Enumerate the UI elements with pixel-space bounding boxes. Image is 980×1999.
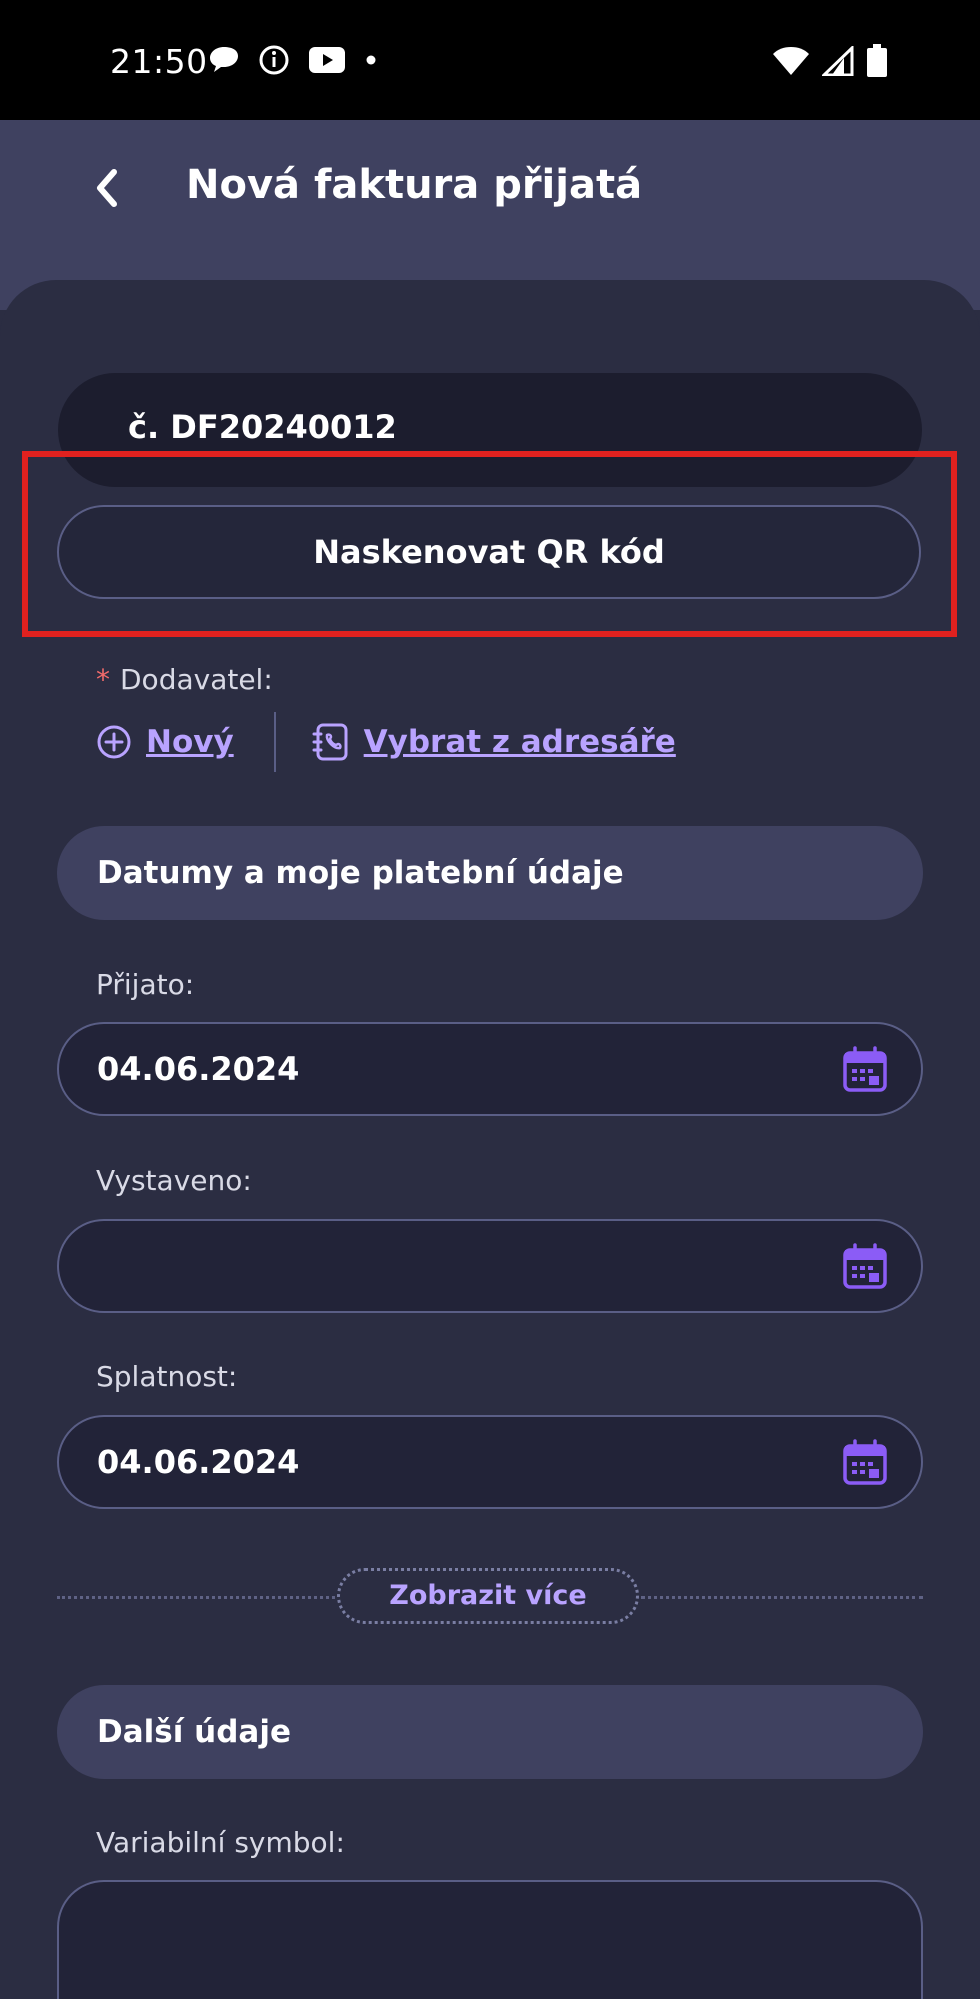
due-date-input[interactable]: 04.06.2024 [57, 1415, 923, 1509]
received-date-value: 04.06.2024 [97, 1050, 300, 1088]
variable-symbol-input[interactable] [57, 1880, 923, 1999]
page-title: Nová faktura přijatá [186, 162, 643, 208]
status-time: 21:50 [110, 42, 208, 81]
dates-section-header[interactable]: Datumy a moje platební údaje [57, 826, 923, 920]
status-bar: 21:50 [0, 0, 980, 120]
calendar-icon[interactable] [841, 1439, 889, 1487]
new-supplier-link[interactable]: Nový [96, 724, 234, 760]
address-book-icon [312, 723, 348, 761]
supplier-label: * Dodavatel: [96, 663, 273, 696]
divider-left [57, 1596, 335, 1599]
variable-symbol-label: Variabilní symbol: [96, 1826, 345, 1859]
received-label: Přijato: [96, 968, 195, 1001]
divider [273, 712, 276, 772]
new-supplier-label: Nový [146, 724, 234, 760]
issued-date-input[interactable] [57, 1219, 923, 1313]
divider-right [641, 1596, 923, 1599]
cellular-signal-icon [822, 46, 854, 76]
system-icons [772, 44, 888, 78]
received-date-input[interactable]: 04.06.2024 [57, 1022, 923, 1116]
youtube-icon [309, 47, 345, 73]
due-date-value: 04.06.2024 [97, 1443, 300, 1481]
battery-icon [867, 44, 887, 77]
supplier-actions: Nový Vybrat z adresáře [96, 712, 676, 772]
highlight-box [22, 451, 957, 637]
required-mark: * [96, 663, 110, 696]
wifi-icon [773, 47, 809, 75]
show-more-button[interactable]: Zobrazit více [337, 1568, 639, 1624]
supplier-label-text: Dodavatel: [120, 663, 273, 696]
notification-icons [208, 44, 378, 76]
plus-circle-icon [97, 725, 131, 759]
other-section-header[interactable]: Další údaje [57, 1685, 923, 1779]
chat-bubble-icon [210, 47, 238, 72]
address-book-link[interactable]: Vybrat z adresáře [312, 722, 676, 762]
calendar-icon[interactable] [841, 1046, 889, 1094]
issued-label: Vystaveno: [96, 1164, 252, 1197]
address-book-label: Vybrat z adresáře [363, 724, 676, 760]
calendar-icon[interactable] [841, 1243, 889, 1291]
dot-icon [366, 55, 376, 65]
info-icon [259, 45, 289, 75]
back-icon[interactable] [86, 160, 126, 216]
due-label: Splatnost: [96, 1360, 238, 1393]
